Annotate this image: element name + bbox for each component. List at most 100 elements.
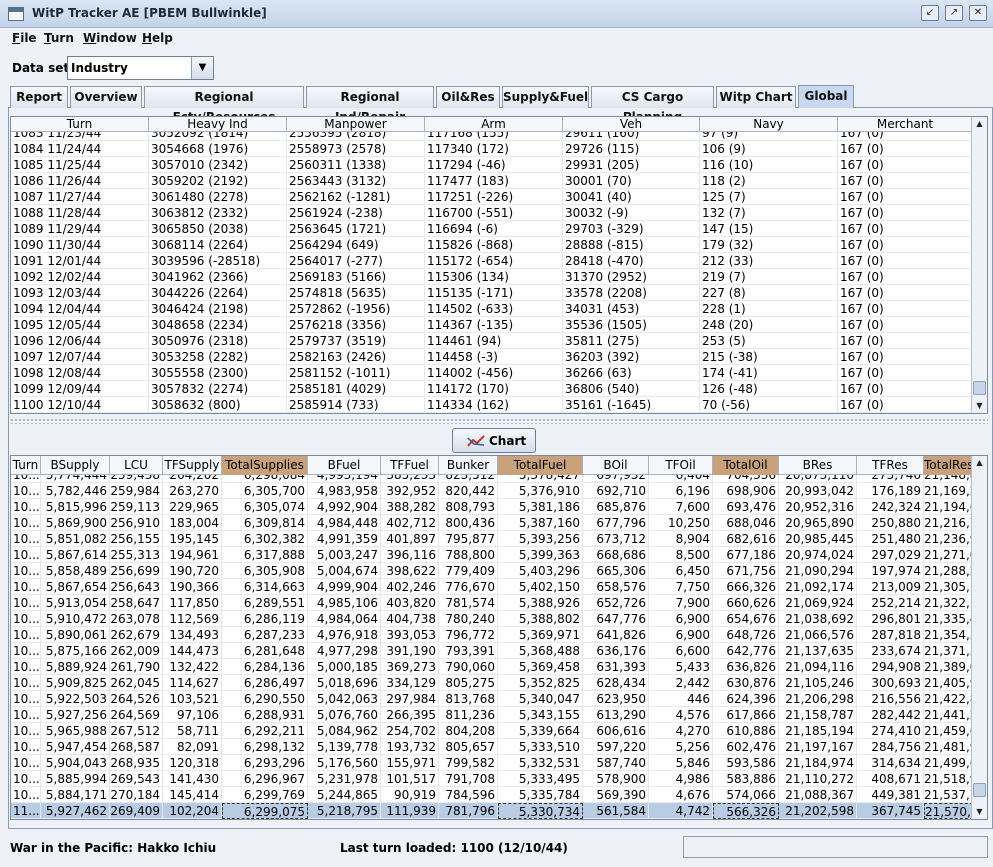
table-row[interactable]: 1087 11/27/44 3061480 (2278) 2562162 (-128…	[11, 189, 971, 205]
global-column-header[interactable]: Turn	[11, 456, 41, 475]
table-cell: 266,395	[381, 707, 439, 723]
industry-table-scrollbar[interactable]: ▲ ▼	[971, 117, 987, 413]
table-row[interactable]: 10... 5,910,472 263,078 112,569 6,286,119 4,9…	[11, 611, 971, 627]
table-row[interactable]: 10... 5,875,166 262,009 144,473 6,281,648 4,9…	[11, 643, 971, 659]
table-row[interactable]: 10... 5,890,061 262,679 134,493 6,287,233 4,9…	[11, 627, 971, 643]
table-row[interactable]: 1096 12/06/44 3050976 (2318) 2579737 (3519…	[11, 333, 971, 349]
industry-column-header[interactable]: Turn	[11, 117, 149, 132]
industry-column-header[interactable]: Arm	[425, 117, 563, 132]
tab-report[interactable]: Report	[10, 86, 68, 108]
table-row[interactable]: 1100 12/10/44 3058632 (800) 2585914 (733) 1…	[11, 397, 971, 413]
table-cell: 790,060	[439, 659, 498, 675]
table-row[interactable]: 1085 11/25/44 3057010 (2342) 2560311 (1338…	[11, 157, 971, 173]
tab-global[interactable]: Global	[798, 85, 854, 108]
menu-file[interactable]: File	[12, 31, 37, 45]
table-row[interactable]: 11... 5,927,462 269,409 102,204 6,299,075 5,2…	[11, 803, 971, 819]
table-row[interactable]: 1084 11/24/44 3054668 (1976) 2558973 (2578…	[11, 141, 971, 157]
global-totals-table[interactable]: Turn BSupply LCU TFSupply TotalSupplies BFuel…	[10, 455, 988, 820]
tab-cs-cargo-planning[interactable]: CS Cargo Planning	[591, 86, 714, 124]
close-icon[interactable]: ✕	[969, 5, 987, 21]
global-column-header[interactable]: BSupply	[41, 456, 110, 475]
table-row[interactable]: 10... 5,922,503 264,526 103,521 6,290,550 5,0…	[11, 691, 971, 707]
table-cell: 388,282	[381, 499, 439, 515]
global-column-header[interactable]: BOil	[583, 456, 649, 475]
table-row[interactable]: 10... 5,885,994 269,543 141,430 6,296,967 5,2…	[11, 771, 971, 787]
table-row[interactable]: 10... 5,913,054 258,647 117,850 6,289,551 4,9…	[11, 595, 971, 611]
global-column-header[interactable]: Bunker	[439, 456, 498, 475]
global-column-header[interactable]: BFuel	[308, 456, 381, 475]
table-row[interactable]: 10... 5,858,489 256,699 190,720 6,305,908 5,0…	[11, 563, 971, 579]
scroll-down-icon[interactable]: ▼	[972, 805, 987, 819]
global-column-header[interactable]: TFOil	[649, 456, 713, 475]
industry-column-header[interactable]: Heavy Ind	[149, 117, 287, 132]
table-row[interactable]: 1090 11/30/44 3068114 (2264) 2564294 (649)…	[11, 237, 971, 253]
menu-turn[interactable]: Turn	[44, 31, 74, 45]
table-row[interactable]: 1092 12/02/44 3041962 (2366) 2569183 (5166…	[11, 269, 971, 285]
table-row[interactable]: 1083 11/23/44 3052092 (1814) 2556395 (2818…	[11, 132, 971, 141]
table-row[interactable]: 1088 11/28/44 3063812 (2332) 2561924 (-238…	[11, 205, 971, 221]
table-row[interactable]: 10... 5,774,444 259,438 264,202 6,298,084 4,9…	[11, 475, 971, 483]
table-row[interactable]: 10... 5,884,171 270,184 145,414 6,299,769 5,2…	[11, 787, 971, 803]
table-row[interactable]: 10... 5,927,256 264,569 97,106 6,288,931 5,07…	[11, 707, 971, 723]
scrollbar-thumb[interactable]	[973, 381, 986, 395]
tab-witp-chart[interactable]: Witp Chart	[716, 86, 796, 108]
global-column-header[interactable]: TFSupply	[163, 456, 222, 475]
global-column-header[interactable]: TotalRes	[924, 456, 973, 475]
minimize-icon[interactable]: ↙	[921, 5, 939, 21]
scroll-down-icon[interactable]: ▼	[972, 399, 987, 413]
table-row[interactable]: 10... 5,947,454 268,587 82,091 6,298,132 5,13…	[11, 739, 971, 755]
table-cell: 267,512	[110, 723, 163, 739]
table-row[interactable]: 1099 12/09/44 3057832 (2274) 2585181 (4029…	[11, 381, 971, 397]
table-row[interactable]: 1097 12/07/44 3053258 (2282) 2582163 (2426…	[11, 349, 971, 365]
table-cell: 5,333,495	[498, 771, 583, 787]
global-column-header[interactable]: TotalOil	[713, 456, 779, 475]
chevron-down-icon[interactable]: ▼	[191, 57, 213, 79]
chart-button[interactable]: Chart	[452, 428, 536, 453]
global-column-header[interactable]: TFRes	[857, 456, 924, 475]
scrollbar-thumb[interactable]	[973, 783, 986, 797]
table-row[interactable]: 1089 11/29/44 3065850 (2038) 2563645 (1721…	[11, 221, 971, 237]
table-row[interactable]: 1094 12/04/44 3046424 (2198) 2572862 (-195…	[11, 301, 971, 317]
table-row[interactable]: 1091 12/01/44 3039596 (-28518) 2564017 (-2…	[11, 253, 971, 269]
table-row[interactable]: 1095 12/05/44 3048658 (2234) 2576218 (3356…	[11, 317, 971, 333]
menu-window[interactable]: Window	[83, 31, 137, 45]
global-column-header[interactable]: LCU	[110, 456, 163, 475]
scroll-up-icon[interactable]: ▲	[972, 456, 987, 470]
tab-overview[interactable]: Overview	[70, 86, 142, 108]
table-row[interactable]: 10... 5,904,043 268,935 120,318 6,293,296 5,1…	[11, 755, 971, 771]
scroll-up-icon[interactable]: ▲	[972, 117, 987, 131]
split-pane-divider[interactable]	[10, 418, 988, 424]
table-row[interactable]: 10... 5,889,924 261,790 132,422 6,284,136 5,0…	[11, 659, 971, 675]
global-column-header[interactable]: TFFuel	[381, 456, 439, 475]
table-row[interactable]: 10... 5,851,082 256,155 195,145 6,302,382 4,9…	[11, 531, 971, 547]
table-row[interactable]: 10... 5,909,825 262,045 114,627 6,286,497 5,0…	[11, 675, 971, 691]
table-row[interactable]: 10... 5,965,988 267,512 58,711 6,292,211 5,08…	[11, 723, 971, 739]
industry-column-header[interactable]: Merchant	[838, 117, 973, 132]
dataset-select[interactable]: Industry ▼	[67, 56, 214, 80]
maximize-icon[interactable]: ↗	[945, 5, 963, 21]
global-column-header[interactable]: BRes	[779, 456, 857, 475]
industry-column-header[interactable]: Manpower	[287, 117, 425, 132]
table-row[interactable]: 10... 5,867,614 255,313 194,961 6,317,888 5,0…	[11, 547, 971, 563]
table-row[interactable]: 1093 12/03/44 3044226 (2264) 2574818 (5635…	[11, 285, 971, 301]
industry-column-header[interactable]: Veh	[563, 117, 700, 132]
table-row[interactable]: 1086 11/26/44 3059202 (2192) 2563443 (3132…	[11, 173, 971, 189]
table-row[interactable]: 10... 5,867,654 256,643 190,366 6,314,663 4,9…	[11, 579, 971, 595]
table-row[interactable]: 10... 5,869,900 256,910 183,004 6,309,814 4,9…	[11, 515, 971, 531]
menu-help[interactable]: Help	[142, 31, 173, 45]
global-column-header[interactable]: TotalFuel	[498, 456, 583, 475]
tab-supply-fuel[interactable]: Supply&Fuel	[502, 86, 589, 108]
global-totals-scrollbar[interactable]: ▲ ▼	[971, 456, 987, 819]
table-cell: 21,088,367	[779, 787, 857, 803]
tab-oil-res[interactable]: Oil&Res	[436, 86, 500, 108]
table-row[interactable]: 1098 12/08/44 3055558 (2300) 2581152 (-101…	[11, 365, 971, 381]
industry-column-header[interactable]: Navy	[700, 117, 838, 132]
table-cell: 155,971	[381, 755, 439, 771]
table-row[interactable]: 10... 5,815,996 259,113 229,965 6,305,074 4,9…	[11, 499, 971, 515]
industry-table[interactable]: Turn Heavy Ind Manpower Arm Veh Navy Merchant …	[10, 116, 988, 414]
table-cell: 5,858,489	[41, 563, 110, 579]
tab-regional-ind-repair[interactable]: Regional Ind/Repair	[306, 86, 434, 124]
global-column-header[interactable]: TotalSupplies	[222, 456, 308, 475]
table-row[interactable]: 10... 5,782,446 259,984 263,270 6,305,700 4,9…	[11, 483, 971, 499]
tab-regional-fcty-resources[interactable]: Regional Fcty/Resources	[144, 86, 304, 124]
